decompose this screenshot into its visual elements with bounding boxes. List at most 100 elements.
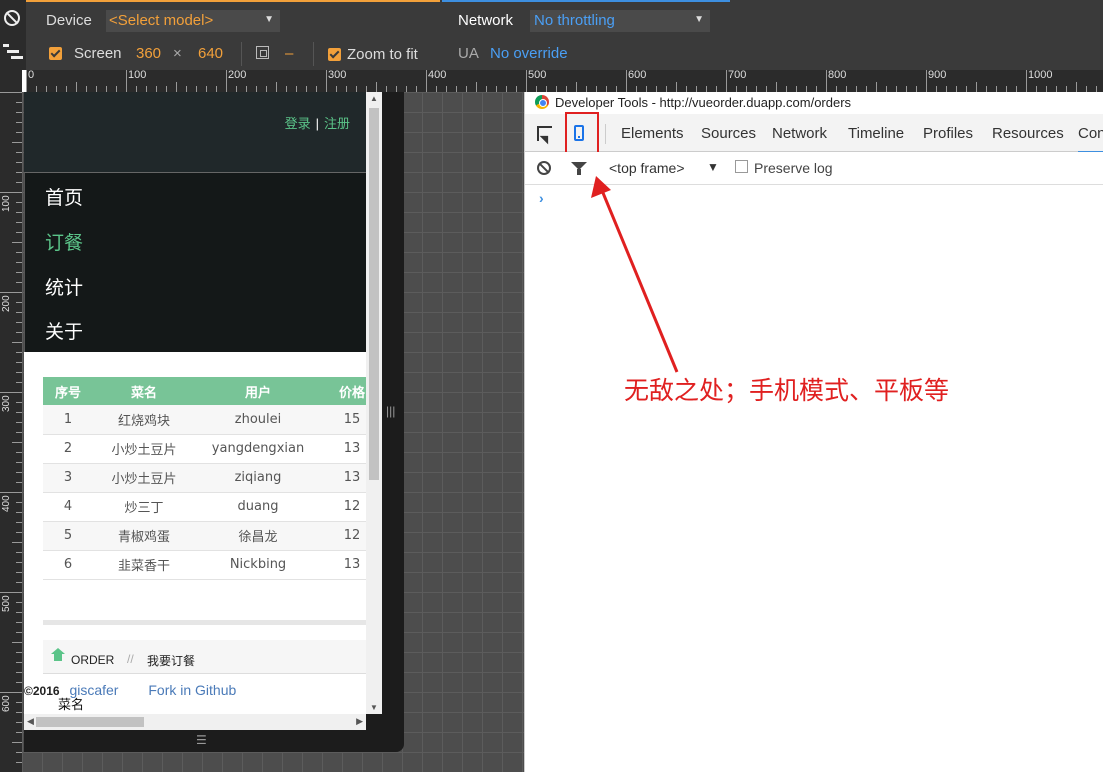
filter-icon[interactable] — [571, 162, 587, 175]
scroll-right-icon[interactable]: ▶ — [356, 716, 363, 727]
ruler-tick — [476, 82, 477, 92]
ruler-tick — [326, 70, 327, 92]
clear-console-icon[interactable] — [537, 161, 551, 175]
device-pixel-ratio-input[interactable]: – — [285, 45, 293, 62]
scrollbar-thumb[interactable] — [36, 717, 145, 727]
device-viewport: 登录 | 注册 首页 订餐 统计 关于 序号 菜名 用户 价格 1 红烧鸡块 zhoul… — [24, 92, 366, 714]
tab-network[interactable]: Network — [772, 125, 827, 142]
resize-height-handle[interactable]: ☰ — [196, 733, 207, 747]
vertical-scrollbar[interactable]: ▲ ▼ — [366, 92, 382, 714]
table-footer-bar — [43, 620, 366, 625]
fork-github-link[interactable]: Fork in Github — [148, 682, 236, 698]
ruler-tick — [12, 442, 22, 443]
menu-item-home[interactable]: 首页 — [45, 183, 83, 210]
ruler-label: 400 — [1, 495, 12, 512]
app-header: 登录 | 注册 — [24, 92, 366, 172]
ruler-label: 800 — [828, 70, 847, 81]
frame-select[interactable]: <top frame> — [609, 160, 685, 176]
ruler-tick — [12, 542, 22, 543]
scroll-down-icon[interactable]: ▼ — [370, 703, 378, 712]
network-label: Network — [458, 12, 514, 29]
ruler-label: 200 — [1, 295, 12, 312]
divider — [605, 124, 606, 144]
table-cell: 13 — [321, 434, 366, 464]
ruler-tick — [826, 70, 827, 92]
breadcrumb-home[interactable]: ORDER — [71, 653, 114, 667]
menu-item-about[interactable]: 关于 — [45, 317, 83, 344]
cut-off-label: 菜名 — [58, 698, 85, 713]
highlight-box — [565, 112, 599, 155]
table-cell: 6 — [43, 550, 93, 580]
breadcrumb-current: 我要订餐 — [147, 654, 196, 668]
devtools-tabbar: Elements Sources Network Timeline Profil… — [525, 114, 1103, 153]
table-cell: 韭菜香干 — [93, 550, 195, 580]
ruler-label: 1000 — [1028, 70, 1053, 81]
screen-height-input[interactable]: 640 — [198, 45, 223, 62]
chevron-down-icon: ▼ — [264, 14, 274, 25]
scrollbar-thumb[interactable] — [369, 108, 379, 480]
disable-emulation-icon[interactable] — [4, 10, 20, 26]
ruler-tick — [876, 82, 877, 92]
screen: { "emulation": { "device_label": "Device… — [0, 0, 1103, 772]
network-section: Network No throttling ▼ UA No override — [442, 0, 730, 70]
table-header-row: 序号 菜名 用户 价格 — [43, 377, 366, 405]
ruler-tick — [0, 392, 22, 393]
chevron-down-icon[interactable]: ▼ — [707, 160, 719, 174]
ruler-tick — [1026, 70, 1027, 92]
register-link[interactable]: 注册 — [324, 116, 350, 131]
table-cell: 小炒土豆片 — [93, 463, 195, 493]
tab-timeline[interactable]: Timeline — [848, 125, 904, 142]
copyright: ©2016 — [24, 684, 60, 698]
ruler-tick — [0, 192, 22, 193]
ruler-tick — [0, 292, 22, 293]
screen-checkbox[interactable] — [49, 47, 62, 60]
ruler-tick — [1076, 82, 1077, 92]
ruler-tick — [176, 82, 177, 92]
horizontal-scrollbar[interactable]: ◀ ▶ — [24, 714, 366, 730]
scroll-left-icon[interactable]: ◀ — [27, 716, 34, 727]
table-row: 3 小炒土豆片 ziqiang 13 — [43, 463, 366, 493]
ruler-tick — [776, 82, 777, 92]
table-row: 5 青椒鸡蛋 徐昌龙 12 — [43, 521, 366, 551]
ruler-label: 900 — [928, 70, 947, 81]
divider — [313, 42, 314, 66]
scroll-up-icon[interactable]: ▲ — [370, 94, 378, 103]
ua-input[interactable]: No override — [490, 45, 568, 62]
tab-profiles[interactable]: Profiles — [923, 125, 973, 142]
resize-width-handle[interactable]: ||| — [386, 404, 395, 418]
ruler-tick — [12, 642, 22, 643]
table-cell: 13 — [321, 550, 366, 580]
console-toolbar: <top frame> ▼ Preserve log — [525, 152, 1103, 185]
ruler-label: 0 — [28, 70, 35, 81]
ruler-tick — [426, 70, 427, 92]
table-cell: 2 — [43, 434, 93, 464]
menu-item-order[interactable]: 订餐 — [45, 228, 83, 255]
ruler-label: 100 — [128, 70, 147, 81]
home-icon[interactable] — [51, 648, 65, 661]
network-throttling-select[interactable]: No throttling ▼ — [530, 10, 710, 32]
swap-dimensions-icon[interactable] — [256, 46, 269, 59]
screen-width-input[interactable]: 360 — [136, 45, 161, 62]
device-mode-toolbar: Device <Select model> ▼ Screen 360 × 640… — [0, 0, 1103, 70]
login-link[interactable]: 登录 — [285, 116, 311, 131]
ruler-label: 300 — [1, 395, 12, 412]
device-model-select[interactable]: <Select model> ▼ — [106, 10, 280, 32]
column-header: 价格 — [321, 377, 366, 405]
tab-elements[interactable]: Elements — [621, 125, 684, 142]
zoom-to-fit-checkbox[interactable] — [328, 48, 341, 61]
device-section: Device <Select model> ▼ Screen 360 × 640… — [26, 0, 440, 70]
annotation-text: 无敌之处；手机模式、平板等 — [624, 376, 950, 405]
console-prompt[interactable]: › — [539, 190, 544, 206]
divider — [241, 42, 242, 66]
menu-item-stats[interactable]: 统计 — [45, 273, 83, 300]
tab-console[interactable]: Con — [1078, 125, 1103, 153]
tab-sources[interactable]: Sources — [701, 125, 756, 142]
inspect-element-icon[interactable] — [537, 126, 552, 141]
tab-resources[interactable]: Resources — [992, 125, 1064, 142]
media-queries-icon[interactable] — [3, 44, 23, 60]
ruler-tick — [76, 82, 77, 92]
ruler-tick — [226, 70, 227, 92]
preserve-log-label: Preserve log — [754, 160, 833, 176]
chrome-icon — [535, 95, 549, 109]
preserve-log-checkbox[interactable] — [735, 160, 748, 173]
